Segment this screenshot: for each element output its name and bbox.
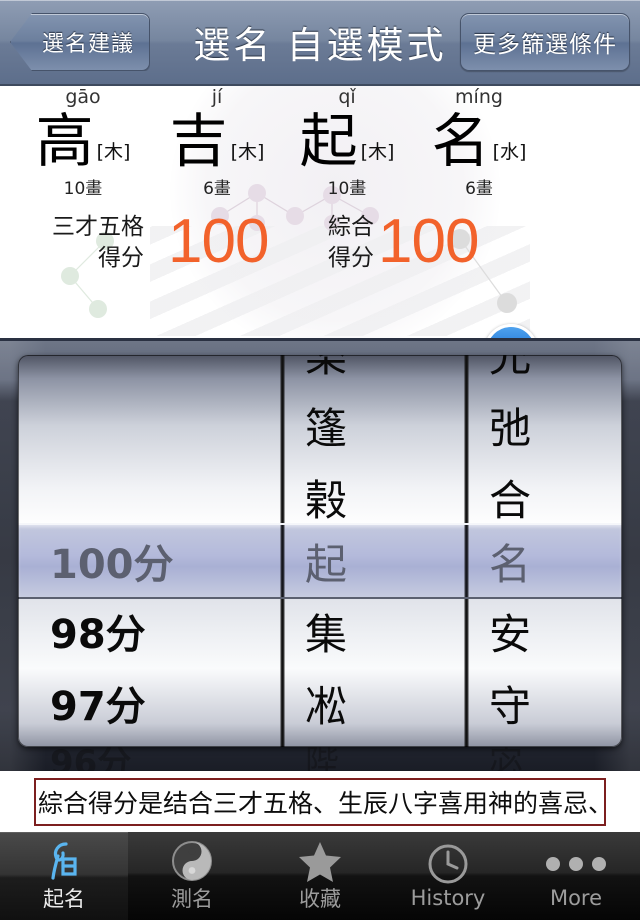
ellipsis-dot [546, 857, 560, 871]
picker-cell-text: 篷 [305, 403, 348, 453]
strokes-1: 6畫 [203, 179, 231, 199]
tab-label: 測名 [171, 887, 213, 911]
element-1: [木] [230, 141, 265, 163]
hanzi-0: 高 [35, 107, 94, 175]
picker-selected-score-text: 100分 [50, 542, 174, 588]
picker-clipped-first-char: 陛 [305, 747, 339, 773]
sancai-score-value: 100 [168, 207, 269, 276]
picker-cell[interactable] [18, 451, 280, 523]
picker-cell[interactable] [18, 379, 280, 451]
navigation-bar: 選名 自選模式 選名建議 更多篩選條件 [0, 0, 640, 86]
tab-naming[interactable]: 起名 [0, 832, 128, 920]
picker-cell-text: 守 [489, 681, 532, 731]
name-character-0[interactable]: gāo 高 [木] 10畫 [8, 86, 158, 199]
ellipsis-icon [546, 842, 606, 886]
picker-cell[interactable]: 弛 [469, 389, 622, 461]
picker-wheel[interactable]: 98分 97分 栥 篷 榖 集 凇 允 弛 合 安 守 100分 起 名 [18, 355, 622, 747]
picker-cell-text: 弛 [489, 403, 532, 453]
pinyin-2: qǐ [338, 86, 356, 108]
overall-score-value: 100 [378, 207, 479, 276]
picker-selected-second-char-text: 名 [489, 539, 532, 589]
tab-label: 起名 [43, 887, 85, 911]
clock-icon [427, 842, 469, 886]
sancai-score-label-line1: 三才五格 [52, 214, 144, 240]
picker-clipped-score: 96分 [50, 747, 132, 773]
tab-history[interactable]: History [384, 832, 512, 920]
element-2: [木] [360, 141, 395, 163]
tab-label: History [410, 886, 486, 910]
picker-cell[interactable]: 守 [469, 667, 622, 739]
hanzi-1: 吉 [169, 107, 228, 175]
sancai-score-label-line2: 得分 [98, 245, 144, 271]
picker-cell[interactable]: 97分 [18, 667, 280, 739]
strokes-0: 10畫 [63, 179, 103, 199]
picker-selected-first-char: 起 [285, 525, 464, 597]
picker-cell-text: 允 [489, 355, 532, 381]
caption-box: 綜合得分是结合三才五格、生辰八字喜用神的喜忌、 [34, 778, 606, 826]
name-characters-row: gāo 高 [木] 10畫 jí 吉 [木] 6畫 qǐ 起 [木] 10畫 m… [0, 86, 640, 206]
picker-selected-first-char-text: 起 [305, 539, 348, 589]
picker-cell[interactable]: 栥 [285, 355, 464, 389]
hanzi-3: 名 [431, 107, 490, 175]
pinyin-1: jí [211, 86, 223, 108]
yinyang-icon [171, 839, 213, 883]
name-character-1[interactable]: jí 吉 [木] 6畫 [142, 86, 292, 199]
picker-cell[interactable]: 安 [469, 595, 622, 667]
tab-measure-name[interactable]: 測名 [128, 832, 256, 920]
picker-cell-text: 98分 [50, 612, 146, 658]
picker-cell[interactable]: 集 [285, 595, 464, 667]
name-character-2[interactable]: qǐ 起 [木] 10畫 [272, 86, 422, 199]
overall-score-label-line2: 得分 [328, 245, 374, 271]
tab-more[interactable]: More [512, 832, 640, 920]
strokes-2: 10畫 [327, 179, 367, 199]
hanzi-2: 起 [299, 107, 358, 175]
ellipsis-dots [546, 857, 606, 871]
overall-score-label-line1: 綜合 [328, 214, 374, 240]
picker-selected-score: 100分 [18, 525, 280, 597]
element-3: [水] [492, 141, 527, 163]
picker-cell[interactable]: 98分 [18, 595, 280, 667]
picker-cell-text: 集 [305, 609, 348, 659]
picker-container: 98分 97分 栥 篷 榖 集 凇 允 弛 合 安 守 100分 起 名 96分… [0, 341, 640, 773]
picker-cell-text: 榖 [305, 475, 348, 525]
picker-cell[interactable]: 篷 [285, 389, 464, 461]
picker-clipped-second-char: 宓 [489, 747, 523, 773]
name-brush-icon [42, 839, 86, 883]
strokes-3: 6畫 [465, 179, 493, 199]
star-icon [298, 839, 342, 883]
picker-cell-text: 安 [489, 609, 532, 659]
overall-score-label: 綜合 得分 [282, 212, 374, 274]
picker-cell-text: 栥 [305, 355, 348, 381]
more-filters-button[interactable]: 更多篩選條件 [460, 13, 630, 71]
tab-label: More [549, 886, 603, 910]
pinyin-3: míng [455, 86, 503, 108]
picker-cell-text: 凇 [305, 681, 348, 731]
ellipsis-dot [569, 857, 583, 871]
picker-cell[interactable]: 凇 [285, 667, 464, 739]
picker-selection-band: 100分 起 名 [18, 523, 622, 599]
picker-cell-text: 97分 [50, 684, 146, 730]
picker-selected-second-char: 名 [469, 525, 622, 597]
score-row: 三才五格 得分 100 綜合 得分 100 [0, 207, 640, 288]
tab-bar: 起名 測名 收藏 History More [0, 832, 640, 920]
picker-cell-text: 合 [489, 475, 532, 525]
app-root: 選名 自選模式 選名建議 更多篩選條件 gāo 高 [木] 10畫 jí 吉 [… [0, 0, 640, 920]
tab-label: 收藏 [299, 887, 341, 911]
sancai-score-label: 三才五格 得分 [52, 212, 144, 274]
element-0: [木] [96, 141, 131, 163]
picker-cell[interactable]: 允 [469, 355, 622, 389]
pinyin-0: gāo [65, 86, 101, 108]
ellipsis-dot [592, 857, 606, 871]
name-character-3[interactable]: míng 名 [水] 6畫 [404, 86, 554, 199]
back-button[interactable]: 選名建議 [10, 13, 150, 71]
picker-clipped-row: 96分 陛 宓 [18, 747, 622, 773]
tab-favorites[interactable]: 收藏 [256, 832, 384, 920]
name-info-panel: gāo 高 [木] 10畫 jí 吉 [木] 6畫 qǐ 起 [木] 10畫 m… [0, 86, 640, 341]
